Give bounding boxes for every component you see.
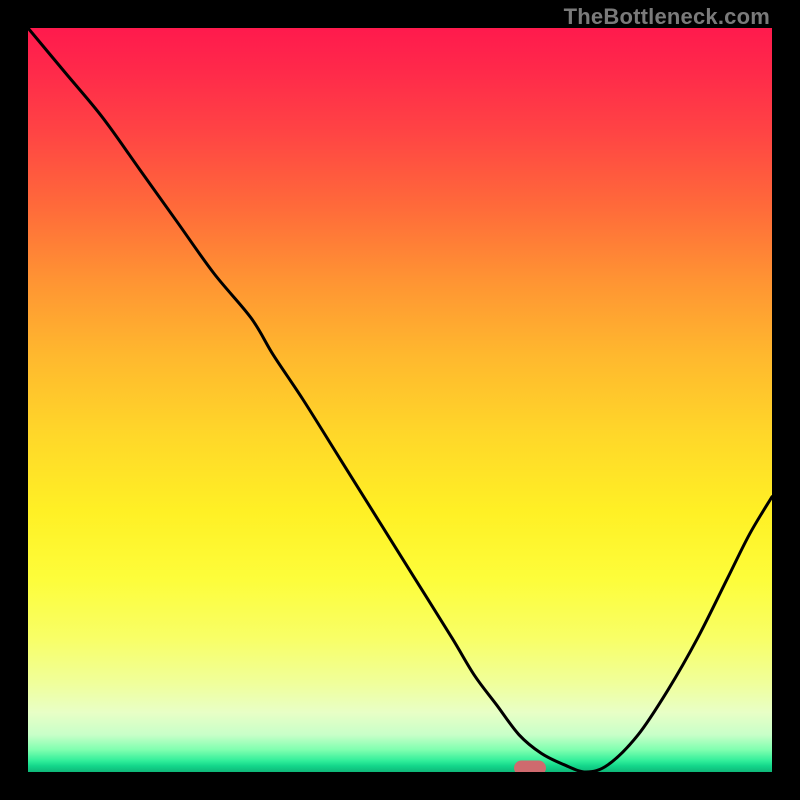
optimal-point-marker [514,761,546,772]
bottleneck-curve-svg [28,28,772,772]
bottleneck-curve-path [28,28,772,772]
watermark-label: TheBottleneck.com [564,4,770,30]
chart-frame: TheBottleneck.com [0,0,800,800]
plot-area [28,28,772,772]
